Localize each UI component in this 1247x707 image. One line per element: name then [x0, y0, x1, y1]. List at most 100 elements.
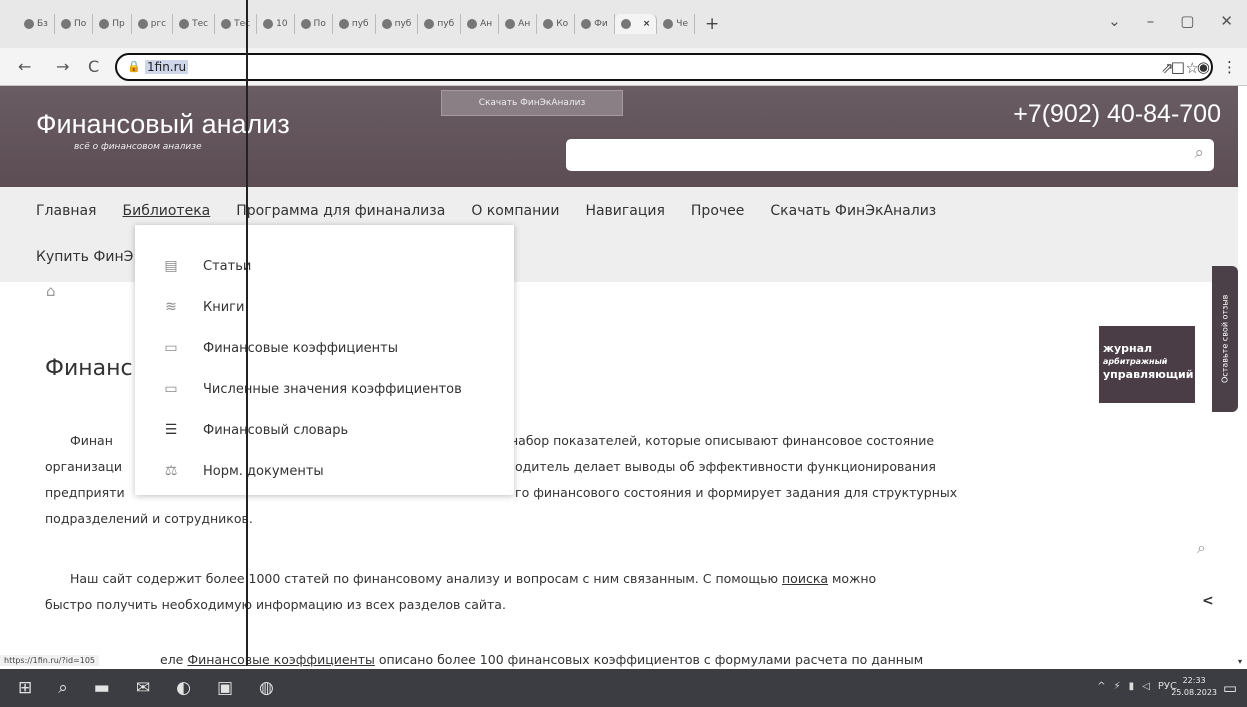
address-url[interactable]: 1fin.ru — [145, 60, 189, 74]
windows-start-icon[interactable]: ⊞ — [18, 678, 32, 698]
new-tab-button[interactable]: + — [705, 14, 719, 34]
nav-item-program[interactable]: Программа для финанализа — [236, 203, 445, 219]
browser-tab[interactable]: Пр — [93, 14, 132, 34]
browser-tab[interactable]: Че — [657, 14, 695, 34]
search-link[interactable]: поиска — [782, 571, 828, 586]
reload-icon[interactable]: C — [88, 57, 99, 76]
network-icon[interactable]: ⚡ — [1114, 681, 1121, 692]
browser-tab[interactable]: 10 — [257, 14, 295, 34]
close-window-icon[interactable]: ✕ — [1220, 12, 1233, 30]
home-icon[interactable]: ⌂ — [46, 282, 62, 302]
tab-favicon-icon — [99, 19, 110, 29]
browser-tab[interactable]: Тес — [215, 14, 258, 34]
browser-tab[interactable]: пуб — [418, 14, 462, 34]
dropdown-item-coefficient-values[interactable]: ▭ Численные значения коэффициентов — [160, 381, 461, 397]
browser-tab[interactable]: ргс — [132, 14, 174, 34]
coefficients-link[interactable]: Финансовые коэффициенты — [187, 652, 375, 667]
browser-tab[interactable]: × — [614, 14, 658, 34]
browser-tab[interactable]: Ко — [537, 14, 576, 34]
site-search-input[interactable]: ⌕ — [566, 139, 1214, 171]
paragraph-text: набор показателей, которые описывают фин… — [510, 433, 935, 448]
tab-label: пуб — [437, 19, 455, 29]
battery-icon[interactable]: ▮ — [1129, 681, 1135, 692]
browser-tab[interactable]: Ан — [499, 14, 538, 34]
dropdown-item-dictionary[interactable]: ☰ Финансовый словарь — [160, 422, 348, 438]
nav-item-buy[interactable]: Купить ФинЭ — [36, 249, 133, 265]
site-tagline: всё о финансовом анализе — [74, 142, 202, 152]
nav-item-download[interactable]: Скачать ФинЭкАнализ — [770, 203, 936, 219]
address-bar[interactable]: 🔒 1fin.ru ⇗ ☆ — [115, 53, 1213, 81]
books-icon: ≋ — [165, 299, 177, 315]
tab-search-icon[interactable]: ⌄ — [1108, 12, 1121, 30]
tray-chevron-icon[interactable]: ^ — [1097, 681, 1105, 692]
nav-item-home[interactable]: Главная — [36, 203, 96, 219]
dropdown-item-coefficients[interactable]: ▭ Финансовые коэффициенты — [160, 340, 398, 356]
tab-label: ргс — [150, 19, 167, 29]
back-icon[interactable]: ← — [18, 57, 31, 76]
tab-favicon-icon — [663, 19, 674, 29]
clock[interactable]: 22:33 25.08.2023 — [1171, 675, 1217, 699]
status-bar-url: https://1fin.ru/?id=105 — [0, 655, 99, 666]
nav-item-navigation[interactable]: Навигация — [585, 203, 664, 219]
site-header: Финансовый анализ всё о финансовом анали… — [0, 86, 1238, 187]
browser-tab[interactable]: пуб — [376, 14, 419, 34]
dropdown-item-documents[interactable]: ⚖ Норм. документы — [160, 463, 324, 479]
tab-label: По — [313, 19, 326, 29]
feedback-tab[interactable]: Оставьте свой отзыв — [1212, 266, 1238, 412]
dropdown-item-articles[interactable]: ▤ Статьи — [160, 258, 251, 274]
minimize-icon[interactable]: – — [1147, 12, 1155, 30]
dropdown-item-label: Книги — [203, 299, 245, 315]
window-controls: ⌄ – ▢ ✕ — [1108, 12, 1233, 30]
dropdown-item-books[interactable]: ≋ Книги — [160, 299, 244, 315]
dropdown-item-label: Норм. документы — [203, 463, 324, 479]
maximize-icon[interactable]: ▢ — [1180, 12, 1194, 30]
system-tray: ^ ⚡ ▮ ◁ РУС — [1097, 681, 1177, 692]
lock-icon[interactable]: 🔒 — [127, 60, 141, 73]
journal-title-2: управляющий — [1103, 368, 1194, 381]
table-icon: ▭ — [164, 340, 178, 356]
taskbar-search-icon[interactable]: ⌕ — [58, 678, 68, 698]
site-phone[interactable]: +7(902) 40-84-700 — [1013, 100, 1221, 129]
nav-item-library[interactable]: Библиотека — [122, 203, 210, 219]
browser-tab[interactable]: Фи — [575, 14, 615, 34]
taskbar: ⊞ ⌕ ▬ ✉ ◐ ▣ ◍ ^ ⚡ ▮ ◁ РУС 22:33 25.08.20… — [0, 669, 1247, 707]
volume-icon[interactable]: ◁ — [1142, 681, 1150, 692]
forward-icon[interactable]: → — [56, 57, 69, 76]
dropdown-item-label: Финансовые коэффициенты — [203, 340, 399, 356]
browser-tab[interactable]: Бз — [18, 14, 55, 34]
paragraph-text: можно — [828, 571, 877, 586]
browser-tab[interactable]: пуб — [333, 14, 376, 34]
tab-strip: Бз По Пр ргс Тес Тес 10 По пуб пуб пуб Ан Ан Ко Фи × Че + — [18, 12, 719, 36]
close-tab-icon[interactable]: × — [643, 19, 651, 29]
file-explorer-icon[interactable]: ▬ — [94, 678, 110, 698]
browser-tab[interactable]: По — [295, 14, 333, 34]
app-icon[interactable]: ◐ — [176, 678, 191, 698]
site-title[interactable]: Финансовый анализ — [36, 109, 290, 140]
floating-search-icon[interactable]: ⌕ — [1197, 538, 1206, 558]
sidepanel-icon[interactable]: □ — [1171, 58, 1185, 76]
list-icon: ☰ — [164, 422, 178, 438]
journal-banner[interactable]: журнал арбитражный управляющий — [1099, 326, 1195, 403]
nav-item-other[interactable]: Прочее — [691, 203, 744, 219]
mail-icon[interactable]: ✉ — [136, 678, 150, 698]
browser-tab[interactable]: Ан — [461, 14, 500, 34]
share-icon[interactable]: < — [1202, 593, 1214, 609]
menu-kebab-icon[interactable]: ⋮ — [1222, 58, 1237, 76]
notification-icon[interactable]: ▭ — [1223, 679, 1237, 697]
tab-label: пуб — [351, 19, 369, 29]
browser-tab[interactable]: Тес — [173, 14, 216, 34]
tab-favicon-icon — [381, 19, 392, 29]
scroll-down-arrow[interactable]: ▾ — [1238, 657, 1242, 666]
tab-label: Ан — [480, 19, 493, 29]
tab-favicon-icon — [300, 19, 311, 29]
nav-item-about[interactable]: О компании — [471, 203, 559, 219]
tab-favicon-icon — [620, 19, 631, 29]
browser-icon[interactable]: ◍ — [259, 678, 274, 698]
search-icon[interactable]: ⌕ — [1194, 143, 1204, 163]
app2-icon[interactable]: ▣ — [217, 678, 233, 698]
dropdown-item-label: Статьи — [203, 258, 252, 274]
download-button[interactable]: Скачать ФинЭкАнализ — [441, 90, 623, 116]
profile-avatar-icon[interactable]: ◉ — [1197, 58, 1210, 76]
browser-tab-bar: Бз По Пр ргс Тес Тес 10 По пуб пуб пуб Ан Ан Ко Фи × Че +… — [0, 0, 1247, 48]
browser-tab[interactable]: По — [55, 14, 94, 34]
